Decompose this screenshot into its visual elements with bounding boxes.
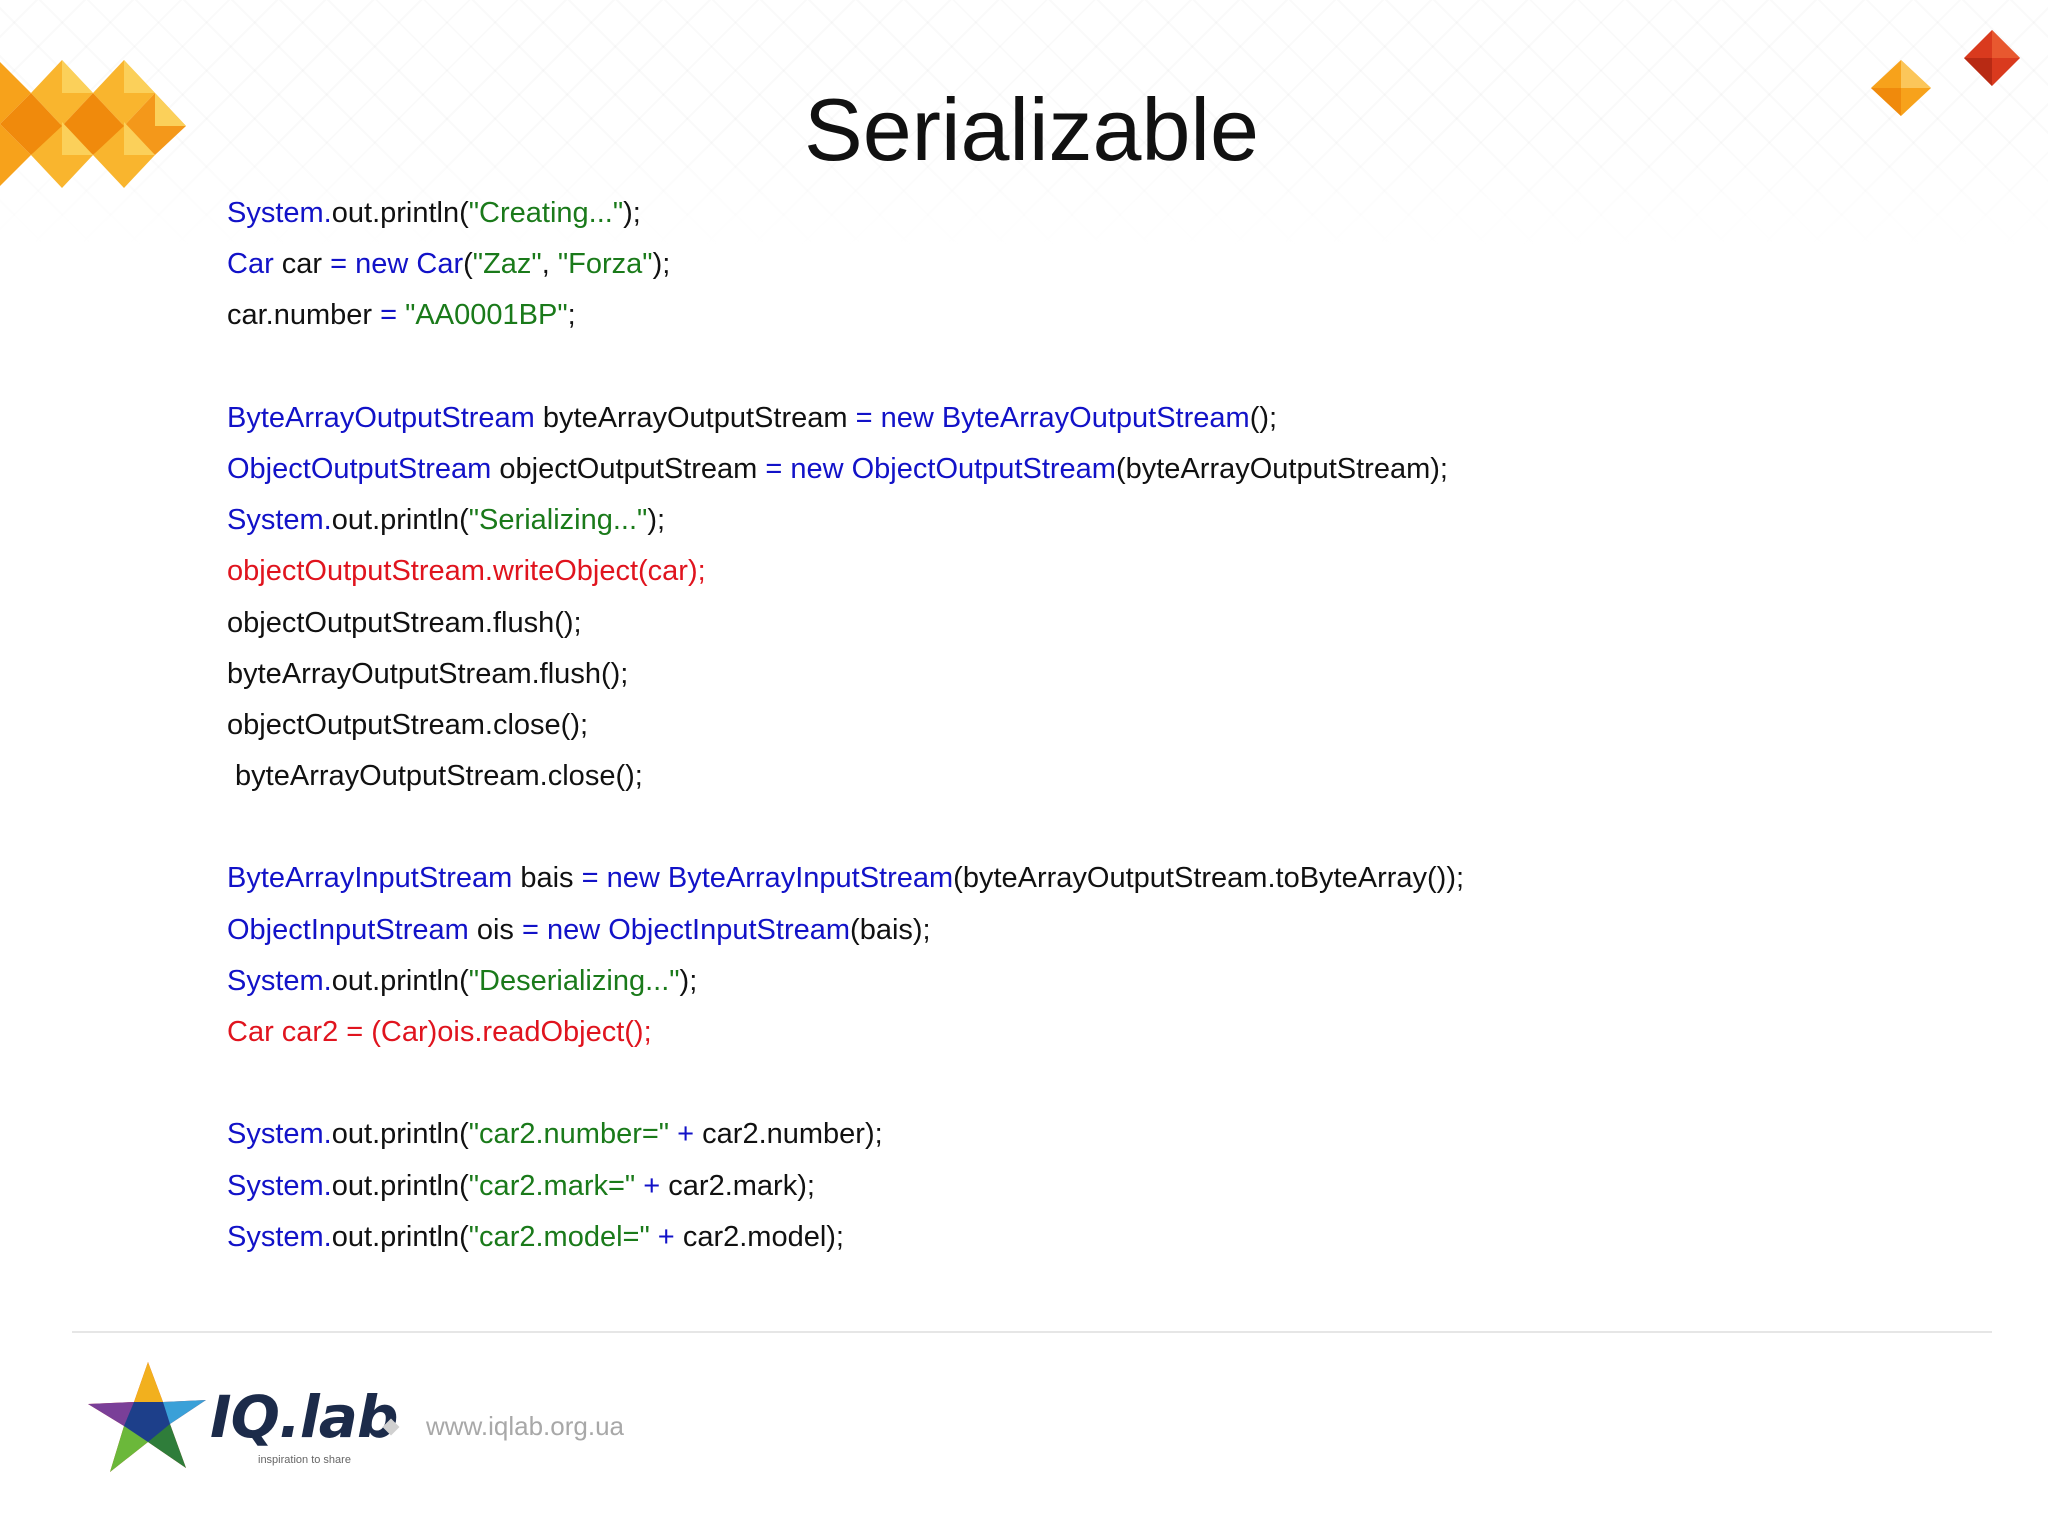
code-line: System.out.println("Deserializing...");: [227, 956, 1464, 1007]
code-token: = new ByteArrayInputStream: [581, 862, 954, 895]
code-token: +: [669, 1118, 703, 1151]
code-token: );: [679, 964, 698, 997]
code-token: "Creating...": [468, 197, 624, 229]
code-token: "AA0001BP": [405, 299, 568, 332]
code-token: ;: [567, 299, 576, 332]
code-token: "car2.number=": [468, 1118, 670, 1151]
code-line: objectOutputStream.close();: [227, 700, 1464, 751]
code-block: System.out.println("Creating..."); Car ca…: [227, 188, 1464, 1263]
code-token: Car car2 = (Car)ois.readObject();: [227, 1016, 652, 1048]
code-line: objectOutputStream.flush();: [227, 598, 1464, 649]
code-token: car2.number);: [702, 1118, 883, 1151]
code-token: System.: [227, 1118, 332, 1151]
code-token: car.number: [227, 299, 381, 332]
code-line: System.out.println("car2.model=" + car2.…: [227, 1212, 1464, 1263]
code-token: = new ByteArrayOutputStream: [855, 401, 1250, 434]
code-token: car2.model);: [682, 1220, 844, 1253]
code-token: objectOutputStream.close();: [227, 708, 589, 741]
code-token: out.println(: [331, 964, 469, 997]
code-token: (: [463, 248, 473, 281]
footer-divider: [72, 1331, 1992, 1333]
code-line: Car car = new Car("Zaz", "Forza");: [227, 239, 1464, 290]
code-token: out.println(: [331, 504, 469, 537]
code-line: ObjectOutputStream objectOutputStream = …: [227, 444, 1464, 495]
orange-diamond-pattern-icon: [0, 60, 186, 188]
code-token: System.: [227, 1220, 332, 1253]
code-token: "Serializing...": [468, 504, 648, 537]
code-token: "Deserializing...": [468, 964, 680, 997]
code-line: byteArrayOutputStream.close();: [227, 751, 1464, 802]
slide-title: Serializable: [804, 80, 1259, 179]
code-line: System.out.println("Serializing...");: [227, 495, 1464, 546]
code-token: "Zaz": [472, 248, 542, 281]
code-token: out.println(: [331, 1169, 469, 1202]
code-token: +: [649, 1220, 683, 1253]
code-token: = new ObjectInputStream: [521, 913, 851, 946]
code-token: "Forza": [557, 248, 653, 281]
code-token: = new Car: [330, 248, 464, 281]
code-token: "car2.model=": [468, 1220, 650, 1253]
code-line: System.out.println("Creating...");: [227, 188, 1464, 239]
code-line: ByteArrayOutputStream byteArrayOutputStr…: [227, 393, 1464, 444]
code-token: out.println(: [331, 1118, 469, 1151]
code-line: Car car2 = (Car)ois.readObject();: [227, 1007, 1464, 1058]
code-token: =: [380, 299, 406, 332]
code-token: Car: [227, 248, 274, 281]
code-token: bais: [512, 862, 582, 895]
code-token: ByteArrayOutputStream: [227, 401, 535, 434]
code-token: );: [623, 197, 641, 229]
code-token: "car2.mark=": [468, 1169, 636, 1202]
code-token: ();: [1249, 401, 1278, 434]
code-token: ObjectInputStream: [227, 913, 469, 946]
iqlab-star-logo-icon: [88, 1362, 206, 1472]
footer-url: www.iqlab.org.ua: [426, 1411, 624, 1441]
code-line: objectOutputStream.writeObject(car);: [227, 546, 1464, 597]
code-token: ,: [541, 248, 558, 281]
code-token: = new ObjectOutputStream: [765, 452, 1116, 485]
code-token: (byteArrayOutputStream.toByteArray());: [953, 862, 1465, 895]
code-token: +: [635, 1169, 669, 1202]
code-line: ByteArrayInputStream bais = new ByteArra…: [227, 853, 1464, 904]
code-token: (byteArrayOutputStream);: [1115, 452, 1448, 485]
code-line: byteArrayOutputStream.flush();: [227, 649, 1464, 700]
code-token: ois: [468, 913, 522, 946]
code-token: );: [647, 504, 666, 537]
code-token: System.: [227, 197, 332, 229]
code-token: car: [273, 248, 331, 281]
code-token: out.println(: [331, 197, 469, 229]
code-token: ByteArrayInputStream: [227, 862, 513, 895]
brand-tagline: inspiration to share: [258, 1454, 351, 1466]
code-token: objectOutputStream.writeObject(car);: [227, 555, 706, 588]
code-token: byteArrayOutputStream.close();: [227, 760, 643, 793]
code-token: objectOutputStream: [491, 452, 766, 485]
code-token: System.: [227, 964, 332, 997]
code-token: (bais);: [850, 913, 931, 946]
brand-logo-text: IQ.lab: [210, 1383, 398, 1451]
code-token: car2.mark);: [668, 1169, 815, 1202]
code-token: System.: [227, 504, 332, 537]
code-line: ObjectInputStream ois = new ObjectInputS…: [227, 905, 1464, 956]
code-line: System.out.println("car2.number=" + car2…: [227, 1109, 1464, 1160]
code-line: System.out.println("car2.mark=" + car2.m…: [227, 1161, 1464, 1212]
code-token: );: [652, 248, 671, 281]
code-token: byteArrayOutputStream.flush();: [227, 657, 629, 690]
code-token: System.: [227, 1169, 332, 1202]
code-token: ObjectOutputStream: [227, 452, 492, 485]
orange-red-diamonds-icon: [1871, 30, 2020, 116]
code-token: out.println(: [331, 1220, 469, 1253]
code-token: byteArrayOutputStream: [534, 401, 856, 434]
code-line: car.number = "AA0001BP";: [227, 290, 1464, 341]
code-token: objectOutputStream.flush();: [227, 606, 582, 639]
